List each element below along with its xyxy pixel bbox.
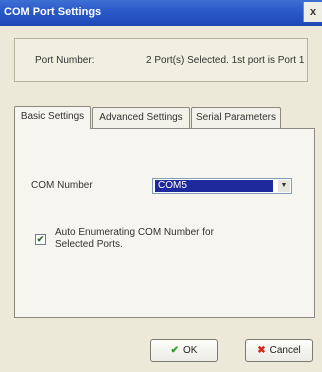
auto-enumerate-label: Auto Enumerating COM Number for Selected… [55, 227, 255, 251]
title-bar: COM Port Settings x [0, 0, 322, 26]
close-icon[interactable]: x [303, 2, 322, 22]
ok-button[interactable]: ✔ OK [150, 339, 218, 362]
window-title: COM Port Settings [4, 6, 102, 18]
tab-advanced-settings[interactable]: Advanced Settings [92, 107, 190, 128]
x-icon: ✖ [257, 345, 266, 356]
cancel-button-label: Cancel [269, 345, 301, 356]
cancel-button[interactable]: ✖ Cancel [245, 339, 313, 362]
auto-enumerate-label-line2: Selected Ports. [55, 239, 123, 250]
check-icon: ✔ [170, 345, 179, 356]
tab-serial-parameters[interactable]: Serial Parameters [191, 107, 281, 128]
port-number-box: Port Number: 2 Port(s) Selected. 1st por… [14, 38, 308, 82]
port-number-label: Port Number: [35, 55, 95, 66]
port-number-value: 2 Port(s) Selected. 1st port is Port 1 [146, 55, 305, 66]
auto-enumerate-checkbox[interactable]: ✔ [35, 234, 46, 245]
com-number-select[interactable]: COM5 ▼ [152, 178, 292, 194]
auto-enumerate-label-line1: Auto Enumerating COM Number for [55, 227, 214, 238]
com-number-value: COM5 [155, 180, 273, 192]
com-number-label: COM Number [31, 180, 93, 191]
basic-settings-panel: COM Number COM5 ▼ ✔ Auto Enumerating COM… [14, 128, 315, 318]
tab-basic-settings[interactable]: Basic Settings [14, 106, 91, 129]
ok-button-label: OK [182, 345, 198, 356]
chevron-down-icon[interactable]: ▼ [278, 180, 290, 192]
tab-strip: Basic Settings Advanced Settings Serial … [14, 106, 314, 129]
